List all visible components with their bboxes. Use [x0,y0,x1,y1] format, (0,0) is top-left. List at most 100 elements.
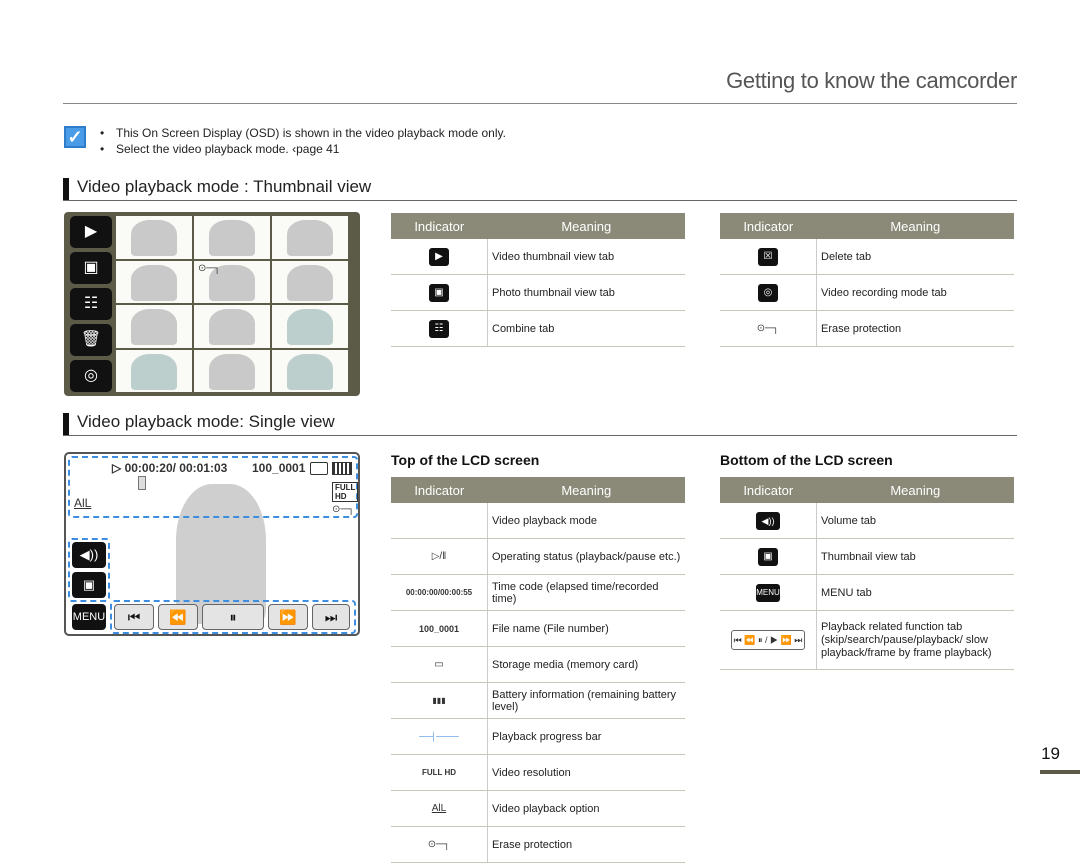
single-view-screen: ▷ 00:00:20/ 00:01:03 100_0001 FULL HD Al… [64,452,360,636]
menu-icon: MENU [756,583,780,602]
section-heading-single: Video playback mode: Single view [63,412,1017,436]
timecode: 00:00:20/ 00:01:03 [124,461,228,475]
note-list: This On Screen Display (OSD) is shown in… [100,125,506,157]
thumbnail-grid: ⊙─┐ [116,216,348,392]
progress-bar-handle[interactable] [138,476,146,490]
playback-function-icons: ⏮ ⏪ ⏸ / ▶ ⏩ ⏭ [730,630,806,650]
erase-protection-key-icon: ⊙─┐ [756,322,780,334]
playback-option-all-icon: AlL [74,496,92,510]
meaning-cell: Operating status (playback/pause etc.) [487,538,685,575]
erase-protection-key-icon: ⊙─┐ [198,262,221,274]
table-row: ⏮ ⏪ ⏸ / ▶ ⏩ ⏭ Playback related function t… [720,610,1014,670]
meaning-cell: Combine tab [487,310,685,347]
file-name-icon: 100_0001 [418,623,460,634]
thumbnail-view-icon: ▣ [758,547,778,566]
fast-forward-button[interactable]: ⏩ [268,604,308,630]
table-row: ▣ Photo thumbnail view tab [391,274,685,311]
meaning-cell: Video thumbnail view tab [487,239,685,275]
meaning-cell: Thumbnail view tab [816,538,1014,575]
column-header: Meaning [487,477,685,503]
column-header: Meaning [487,213,685,239]
page-title: Getting to know the camcorder [726,68,1017,93]
video-thumbnail-view-icon: ▶ [429,247,449,266]
full-hd-icon: FULL HD [421,767,457,777]
full-hd-icon: FULL HD [332,482,359,502]
thumbnail-view-screen: ▶ ▣ ☷ 🗑 ◎ ⊙─┐ [64,212,360,396]
table-row: ▶ Video thumbnail view tab [391,239,685,275]
top-lcd-heading: Top of the LCD screen [391,452,540,468]
meaning-cell: Time code (elapsed time/recorded time) [487,574,685,611]
thumbnail-indicator-table-left: Indicator Meaning ▶ Video thumbnail view t… [391,213,685,347]
table-row: ▭ Storage media (memory card) [391,646,685,683]
table-row: AlL Video playback option [391,790,685,827]
video-recording-tab-icon[interactable]: ◎ [70,360,112,392]
bottom-lcd-indicator-table: Indicator Meaning ◀)) Volume tab ▣ Thumbnai… [720,477,1014,670]
column-header: Indicator [391,477,488,503]
thumbnail[interactable] [272,216,348,259]
play-pause-status-icon: ▷/‖ [431,550,447,562]
note-item: Select the video playback mode. ‹page 41 [100,141,506,157]
playback-option-all-icon: AlL [431,802,447,814]
pause-button[interactable]: ⏸ [202,604,264,630]
battery-icon: ▮▮▮ [432,695,446,705]
meaning-cell: Video playback option [487,790,685,827]
page-number: 19 [1041,744,1060,763]
timecode-icon: 00:00:00/00:00:55 [405,587,473,597]
thumbnail[interactable] [116,349,192,392]
battery-icon [332,462,352,475]
meaning-cell: File name (File number) [487,610,685,647]
column-header: Indicator [720,213,817,239]
thumbnail-view-tab-icon[interactable]: ▣ [72,572,106,598]
meaning-cell: Erase protection [816,310,1014,347]
bottom-lcd-heading: Bottom of the LCD screen [720,452,893,468]
section-heading-thumbnail: Video playback mode : Thumbnail view [63,177,1017,201]
table-row: ──┤──── Playback progress bar [391,718,685,755]
table-row: ⊙─┐ Erase protection [720,310,1014,347]
thumbnail[interactable] [116,305,192,348]
table-row: ◀)) Volume tab [720,503,1014,539]
skip-forward-button[interactable]: ⏭ [312,604,350,630]
memory-card-icon: ▭ [434,658,444,670]
photo-thumbnail-tab-icon[interactable]: ▣ [70,252,112,284]
meaning-cell: Delete tab [816,239,1014,275]
table-row: Video playback mode [391,503,685,539]
thumbnail[interactable] [272,260,348,303]
thumbnail[interactable] [194,216,270,259]
meaning-cell: Playback related function tab (skip/sear… [816,610,1014,670]
thumbnail[interactable] [194,305,270,348]
file-name: 100_0001 [252,461,306,475]
progress-bar-icon: ──┤──── [419,731,459,741]
rewind-button[interactable]: ⏪ [158,604,198,630]
thumbnail-indicator-table-right: Indicator Meaning ☒ Delete tab ◎ Video reco… [720,213,1014,347]
meaning-cell: MENU tab [816,574,1014,611]
thumbnail[interactable]: ⊙─┐ [194,260,270,303]
column-header: Meaning [816,477,1014,503]
thumbnail[interactable] [194,349,270,392]
meaning-cell: Volume tab [816,503,1014,539]
table-row: ▣ Thumbnail view tab [720,538,1014,575]
meaning-cell: Video playback mode [487,503,685,539]
combine-icon: ☷ [429,319,449,338]
delete-tab-icon[interactable]: 🗑 [70,324,112,356]
combine-tab-icon[interactable]: ☷ [70,288,112,320]
thumbnail[interactable] [272,349,348,392]
meaning-cell: Storage media (memory card) [487,646,685,683]
volume-tab-icon[interactable]: ◀)) [72,542,106,568]
top-lcd-indicator-table: Indicator Meaning Video playback mode ▷/‖… [391,477,685,863]
meaning-cell: Photo thumbnail view tab [487,274,685,311]
thumbnail[interactable] [116,216,192,259]
video-recording-icon: ◎ [758,283,778,302]
photo-thumbnail-view-icon: ▣ [429,283,449,302]
thumbnail[interactable] [272,305,348,348]
check-note-icon: ✓ [64,126,86,148]
table-row: 100_0001 File name (File number) [391,610,685,647]
table-row: ▮▮▮ Battery information (remaining batter… [391,682,685,719]
erase-protection-key-icon: ⊙─┐ [427,838,451,850]
skip-back-button[interactable]: ⏮ [114,604,154,630]
meaning-cell: Video recording mode tab [816,274,1014,311]
table-row: ☷ Combine tab [391,310,685,347]
table-row: 00:00:00/00:00:55 Time code (elapsed time… [391,574,685,611]
thumbnail[interactable] [116,260,192,303]
menu-button[interactable]: MENU [72,604,106,630]
video-thumbnail-tab-icon[interactable]: ▶ [70,216,112,248]
